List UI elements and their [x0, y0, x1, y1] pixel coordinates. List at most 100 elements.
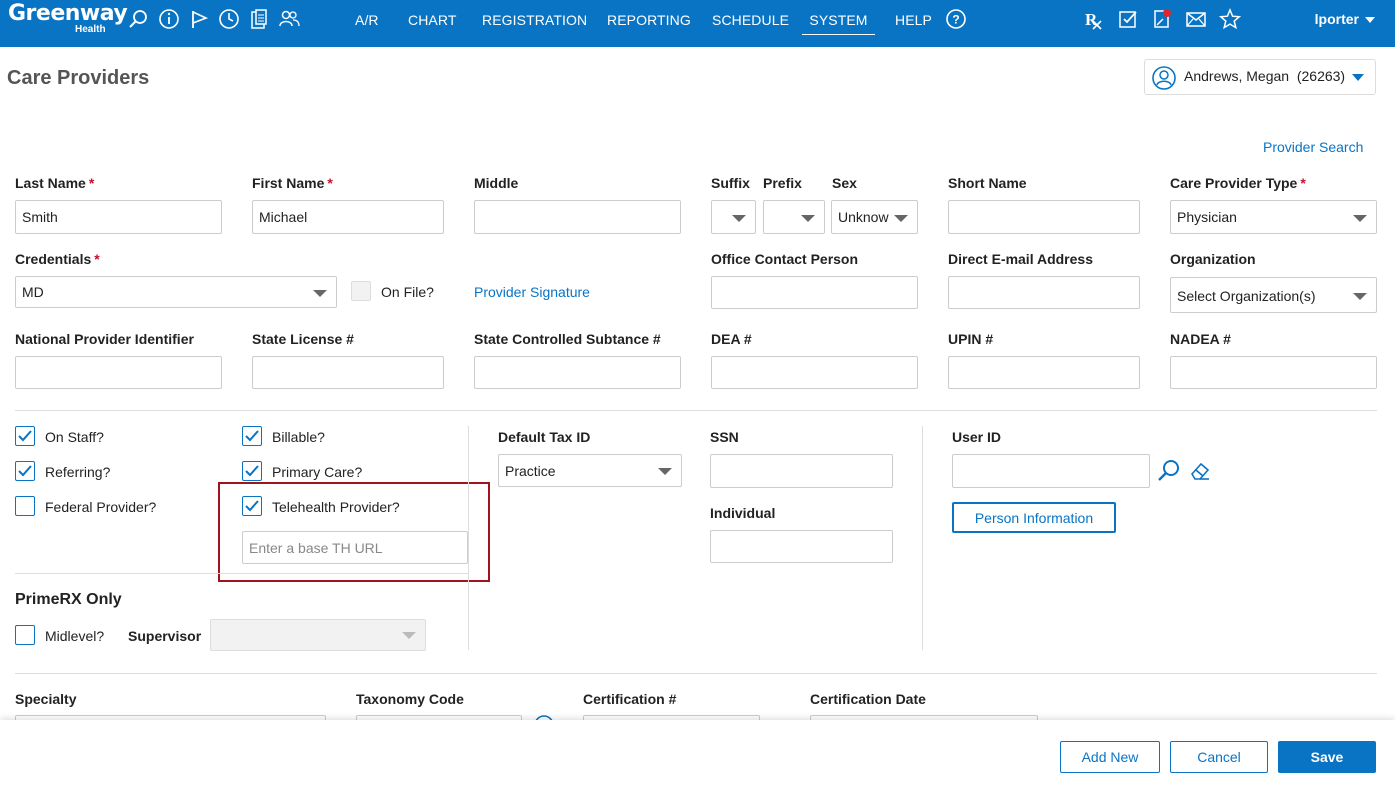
ssn-field[interactable] [710, 454, 893, 488]
rx-icon[interactable]: R [1082, 8, 1104, 30]
sex-select[interactable]: Unknow [831, 200, 918, 234]
supervisor-label: Supervisor [128, 628, 202, 644]
suffix-select[interactable] [711, 200, 756, 234]
user-name: lporter [1314, 11, 1359, 27]
middle-name-field[interactable] [474, 200, 681, 234]
search-icon[interactable] [128, 8, 150, 30]
svg-text:?: ? [952, 13, 959, 27]
highlight-box [218, 482, 490, 582]
credentials-select[interactable]: MD [15, 276, 337, 308]
nav-chart[interactable]: CHART [408, 12, 456, 28]
nav-schedule[interactable]: SCHEDULE [712, 12, 789, 28]
mail-icon[interactable] [1185, 8, 1207, 30]
state-controlled-field[interactable] [474, 356, 681, 389]
provider-search-link[interactable]: Provider Search [1263, 139, 1363, 155]
organization-label: Organization [1170, 251, 1256, 267]
individual-field[interactable] [710, 530, 893, 563]
flag-icon[interactable] [189, 8, 211, 30]
federal-provider-label: Federal Provider? [45, 499, 157, 515]
action-footer: Add New Cancel Save [0, 720, 1395, 788]
nadea-label: NADEA # [1170, 331, 1231, 347]
nav-ar[interactable]: A/R [355, 12, 379, 28]
chevron-down-icon [1352, 74, 1364, 81]
individual-label: Individual [710, 505, 776, 521]
checkmark-icon [18, 430, 32, 442]
primerx-title: PrimeRX Only [15, 591, 122, 608]
user-id-label: User ID [952, 429, 1002, 445]
checkmark-icon [245, 465, 259, 477]
checkmark-icon [245, 430, 259, 442]
direct-email-field[interactable] [948, 276, 1140, 309]
greenway-logo[interactable]: Greenway Health [8, 1, 128, 37]
dea-field[interactable] [711, 356, 918, 389]
billable-checkbox[interactable] [242, 426, 262, 446]
referring-label: Referring? [45, 464, 111, 480]
divider [15, 673, 1377, 674]
supervisor-select[interactable] [210, 619, 426, 651]
cancel-button[interactable]: Cancel [1170, 741, 1268, 773]
default-tax-id-select[interactable]: Practice [498, 454, 682, 487]
page-title: Care Providers [7, 67, 150, 89]
divider [15, 410, 1377, 411]
nav-registration[interactable]: REGISTRATION [482, 12, 587, 28]
brand-sub: Health [75, 24, 106, 35]
last-name-label: Last Name * [15, 175, 95, 191]
checkmark-icon [18, 465, 32, 477]
user-menu[interactable]: lporter [1315, 11, 1375, 27]
care-provider-type-label: Care Provider Type * [1170, 175, 1306, 191]
people-icon[interactable] [278, 8, 300, 30]
column-divider [922, 426, 923, 650]
chevron-down-icon [1365, 17, 1375, 24]
prefix-select[interactable] [763, 200, 825, 234]
provider-signature-link[interactable]: Provider Signature [474, 284, 590, 300]
direct-email-label: Direct E-mail Address [948, 251, 1093, 267]
last-name-field[interactable]: Smith [15, 200, 222, 234]
prefix-label: Prefix [763, 175, 802, 191]
star-icon[interactable] [1218, 8, 1242, 30]
info-icon[interactable] [158, 8, 180, 30]
default-tax-id-label: Default Tax ID [498, 429, 591, 445]
upin-field[interactable] [948, 356, 1140, 389]
task-check-icon[interactable] [1117, 8, 1139, 30]
help-question-icon[interactable]: ? [945, 8, 967, 30]
certification-number-label: Certification # [583, 691, 677, 707]
add-new-button[interactable]: Add New [1060, 741, 1160, 773]
on-file-label: On File? [381, 284, 434, 300]
search-icon[interactable] [1156, 458, 1182, 484]
referring-checkbox[interactable] [15, 461, 35, 481]
nav-reporting[interactable]: REPORTING [607, 12, 691, 28]
office-contact-field[interactable] [711, 276, 918, 309]
organization-select[interactable]: Select Organization(s) [1170, 277, 1377, 313]
short-name-field[interactable] [948, 200, 1140, 234]
chevron-down-icon [658, 468, 672, 475]
chevron-down-icon [1353, 215, 1367, 222]
federal-provider-checkbox[interactable] [15, 496, 35, 516]
midlevel-checkbox[interactable] [15, 625, 35, 645]
npi-field[interactable] [15, 356, 222, 389]
chevron-down-icon [1353, 293, 1367, 300]
state-license-field[interactable] [252, 356, 444, 389]
primary-care-checkbox[interactable] [242, 461, 262, 481]
user-circle-icon [1152, 66, 1176, 90]
credentials-label: Credentials * [15, 251, 100, 267]
patient-selector[interactable]: Andrews, Megan (26263) [1144, 59, 1376, 95]
chevron-down-icon [894, 215, 908, 222]
person-information-button[interactable]: Person Information [952, 502, 1116, 533]
first-name-field[interactable]: Michael [252, 200, 444, 234]
clipboard-icon[interactable] [248, 8, 270, 30]
eraser-icon[interactable] [1188, 459, 1212, 483]
top-nav-bar: Greenway Health A/R CHART REGISTRATION R… [0, 0, 1395, 47]
care-provider-type-select[interactable]: Physician [1170, 200, 1377, 234]
nadea-field[interactable] [1170, 356, 1377, 389]
divider [15, 573, 468, 574]
on-staff-checkbox[interactable] [15, 426, 35, 446]
user-id-field[interactable] [952, 454, 1150, 488]
ssn-label: SSN [710, 429, 739, 445]
save-button[interactable]: Save [1278, 741, 1376, 773]
clock-icon[interactable] [218, 8, 240, 30]
on-file-checkbox[interactable] [351, 281, 371, 301]
nav-help[interactable]: HELP [895, 12, 932, 28]
nav-system[interactable]: SYSTEM [802, 12, 875, 35]
document-alert-icon[interactable] [1151, 8, 1173, 30]
office-contact-label: Office Contact Person [711, 251, 859, 267]
